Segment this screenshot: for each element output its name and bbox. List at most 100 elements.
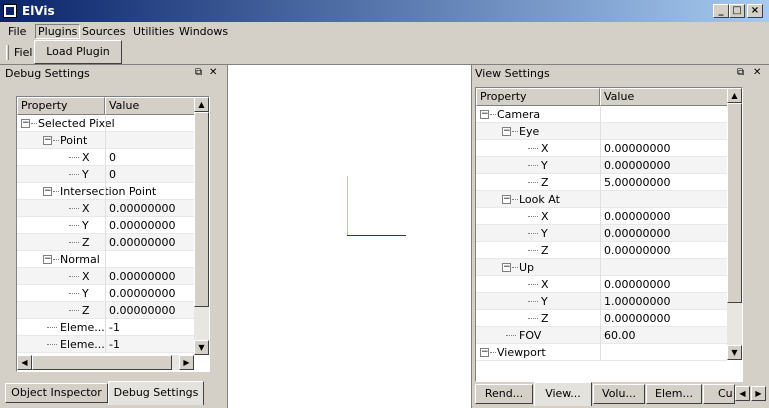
collapse-icon[interactable]: − [43,136,52,145]
property-value[interactable] [105,251,194,268]
property-value[interactable]: 0.00000000 [105,302,194,319]
property-value[interactable] [600,259,727,276]
collapse-icon[interactable]: − [43,187,52,196]
tree-row[interactable]: Z 5.00000000 [476,174,727,191]
column-header-value[interactable]: Value [600,88,728,106]
property-value[interactable] [105,115,194,132]
tree-row[interactable]: − Eye [476,123,727,140]
tab-debug-settings[interactable]: Debug Settings [108,381,204,405]
tree-row[interactable]: Z 0.00000000 [17,234,194,251]
restore-icon[interactable]: ⧉ [737,67,744,78]
property-value[interactable]: 60.00 [600,327,727,344]
scroll-down-arrow-icon[interactable]: ▼ [727,345,742,360]
collapse-icon[interactable]: − [480,110,489,119]
tree-row[interactable]: Y0 [17,166,194,183]
property-value[interactable]: 0.00000000 [105,285,194,302]
tree-row[interactable]: Z 0.00000000 [476,310,727,327]
minimize-button[interactable]: _ [713,4,729,18]
tree-row[interactable]: Y 1.00000000 [476,293,727,310]
menu-sources[interactable]: Sources [82,25,126,38]
property-value[interactable]: -1 [105,319,194,336]
tree-row[interactable]: − Point [17,132,194,149]
tree-row[interactable]: Y 0.00000000 [476,225,727,242]
collapse-icon[interactable]: − [502,263,511,272]
tab-object-inspector[interactable]: Object Inspector [5,383,108,403]
scrollbar-thumb[interactable] [727,103,742,303]
menu-plugins[interactable]: Plugins [35,24,81,39]
tree-row[interactable]: Eleme... -1 [17,319,194,336]
tab-cut[interactable]: Cu [703,384,735,404]
tree-row[interactable]: X 0.00000000 [17,200,194,217]
scroll-left-arrow-icon[interactable]: ◀ [17,355,32,370]
property-value[interactable] [105,132,194,149]
tree-row[interactable]: Z 0.00000000 [17,302,194,319]
tree-row[interactable]: X 0.00000000 [476,140,727,157]
tree-row[interactable]: FOV 60.00 [476,327,727,344]
tree-row[interactable]: Y 0.00000000 [17,217,194,234]
property-value[interactable]: 1.00000000 [600,293,727,310]
property-value[interactable]: 0.00000000 [105,200,194,217]
collapse-icon[interactable]: − [502,127,511,136]
vertical-scrollbar[interactable]: ▲ ▼ [727,88,742,360]
menu-file[interactable]: File [8,25,26,38]
render-viewport[interactable] [227,65,472,408]
collapse-icon[interactable]: − [502,195,511,204]
tree-row[interactable]: − Look At [476,191,727,208]
property-value[interactable]: 0.00000000 [600,157,727,174]
tree-row[interactable]: − Up [476,259,727,276]
property-value[interactable]: 0.00000000 [105,268,194,285]
property-value[interactable]: 0 [105,149,194,166]
collapse-icon[interactable]: − [21,119,30,128]
property-value[interactable] [600,344,727,361]
property-value[interactable]: 0 [105,166,194,183]
close-icon[interactable]: ✕ [209,67,217,78]
tree-row[interactable]: X 0.00000000 [476,208,727,225]
property-value[interactable] [600,106,727,123]
tree-row[interactable]: X 0.00000000 [476,276,727,293]
tree-row[interactable]: − Intersection Point [17,183,194,200]
property-value[interactable] [600,191,727,208]
hscroll-thumb[interactable] [32,355,172,370]
property-value[interactable]: 0.00000000 [600,242,727,259]
vertical-scrollbar[interactable]: ▲ ▼ [194,97,209,355]
tree-row[interactable]: X0 [17,149,194,166]
column-header-property[interactable]: Property [17,97,105,115]
tab-element[interactable]: Elem... [646,384,702,404]
close-icon[interactable]: ✕ [753,67,761,78]
scroll-up-arrow-icon[interactable]: ▲ [194,97,209,112]
toolbar-grip[interactable] [6,45,9,60]
tab-render[interactable]: Rend... [475,384,533,404]
load-plugin-menu-item[interactable]: Load Plugin [34,40,122,64]
column-header-value[interactable]: Value [105,97,196,115]
tree-row[interactable]: − Viewport [476,344,727,361]
menu-windows[interactable]: Windows [179,25,228,38]
property-value[interactable]: 5.00000000 [600,174,727,191]
property-value[interactable]: 0.00000000 [600,225,727,242]
maximize-button[interactable]: □ [729,4,745,18]
property-value[interactable]: 0.00000000 [105,217,194,234]
scroll-up-arrow-icon[interactable]: ▲ [727,88,742,103]
column-header-property[interactable]: Property [476,88,600,106]
property-value[interactable] [600,123,727,140]
collapse-icon[interactable]: − [43,255,52,264]
tree-row[interactable]: Y 0.00000000 [476,157,727,174]
property-value[interactable]: 0.00000000 [600,310,727,327]
horizontal-scrollbar[interactable]: ◀ ▶ [17,355,194,370]
tab-scroll-left-icon[interactable]: ◀ [735,386,750,401]
toolbar-file-button[interactable]: Fiel [14,46,32,59]
tree-row[interactable]: Y 0.00000000 [17,285,194,302]
property-value[interactable]: 0.00000000 [600,140,727,157]
restore-icon[interactable]: ⧉ [195,67,202,78]
tab-volume[interactable]: Volu... [593,384,645,404]
collapse-icon[interactable]: − [480,348,489,357]
tab-scroll-right-icon[interactable]: ▶ [751,386,766,401]
property-value[interactable] [105,183,194,200]
property-value[interactable]: 0.00000000 [600,208,727,225]
scrollbar-thumb[interactable] [194,112,209,307]
tree-row[interactable]: − Normal [17,251,194,268]
scroll-down-arrow-icon[interactable]: ▼ [194,340,209,355]
tab-view[interactable]: View... [534,382,592,406]
tree-row[interactable]: − Selected Pixel [17,115,194,132]
property-value[interactable]: 0.00000000 [105,234,194,251]
scroll-right-arrow-icon[interactable]: ▶ [179,355,194,370]
